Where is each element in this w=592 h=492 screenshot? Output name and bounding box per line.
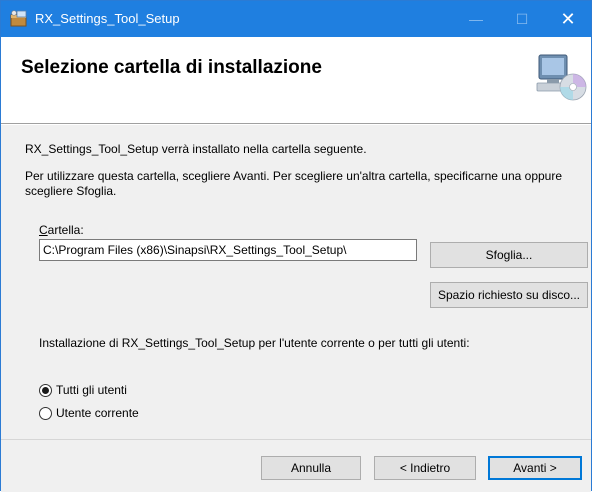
folder-label: Cartella:: [39, 223, 84, 238]
page-title: Selezione cartella di installazione: [21, 57, 322, 78]
window-title: RX_Settings_Tool_Setup: [35, 11, 180, 26]
installer-window: RX_Settings_Tool_Setup — ☐ ✕ Selezione c…: [0, 0, 592, 492]
folder-path-input[interactable]: [39, 239, 417, 261]
intro-text: RX_Settings_Tool_Setup verrà installato …: [25, 142, 367, 156]
folder-label-rest: artella:: [47, 223, 84, 237]
disk-space-button[interactable]: Spazio richiesto su disco...: [430, 282, 588, 308]
instructions-text: Per utilizzare questa cartella, sceglier…: [25, 169, 563, 198]
install-scope-question: Installazione di RX_Settings_Tool_Setup …: [39, 336, 470, 350]
radio-all-users-circle[interactable]: [39, 384, 52, 397]
cancel-button[interactable]: Annulla: [261, 456, 361, 480]
radio-all-users-label[interactable]: Tutti gli utenti: [56, 383, 127, 398]
browse-button[interactable]: Sfoglia...: [430, 242, 588, 268]
next-button[interactable]: Avanti >: [488, 456, 582, 480]
radio-current-user-circle[interactable]: [39, 407, 52, 420]
header-separator: [1, 124, 591, 125]
close-button[interactable]: ✕: [545, 1, 591, 37]
folder-label-mnemonic: C: [39, 223, 48, 237]
computer-cd-icon: [536, 54, 587, 101]
title-bar[interactable]: RX_Settings_Tool_Setup — ☐ ✕: [1, 1, 591, 37]
wizard-header: Selezione cartella di installazione: [1, 37, 591, 124]
installer-package-icon: [10, 10, 27, 27]
back-button[interactable]: < Indietro: [374, 456, 476, 480]
maximize-button[interactable]: ☐: [499, 1, 545, 37]
radio-current-user-label[interactable]: Utente corrente: [56, 406, 139, 421]
minimize-button[interactable]: —: [453, 1, 499, 37]
radio-selected-dot: [42, 387, 49, 394]
